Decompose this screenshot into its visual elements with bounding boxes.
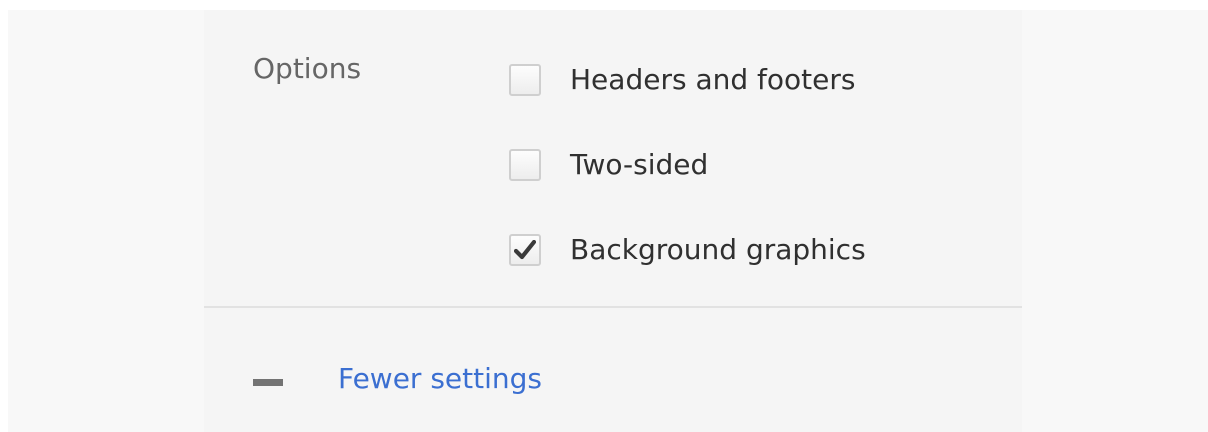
option-background-graphics[interactable]: Background graphics — [509, 231, 866, 269]
section-divider — [204, 306, 1022, 308]
options-label: Options — [253, 52, 362, 85]
background-graphics-label[interactable]: Background graphics — [570, 233, 866, 267]
option-two-sided[interactable]: Two-sided — [509, 146, 708, 184]
print-settings-panel: Options Headers and footers Two-sided Ba… — [8, 10, 1208, 432]
two-sided-label[interactable]: Two-sided — [570, 148, 708, 182]
minus-icon[interactable] — [253, 378, 283, 386]
fewer-settings-link[interactable]: Fewer settings — [338, 362, 542, 396]
fewer-settings-toggle[interactable]: Fewer settings — [253, 360, 542, 398]
option-headers-and-footers[interactable]: Headers and footers — [509, 61, 855, 99]
options-section: Options Headers and footers Two-sided Ba… — [204, 10, 1022, 432]
background-graphics-checkbox[interactable] — [509, 234, 541, 266]
headers-and-footers-label[interactable]: Headers and footers — [570, 63, 855, 97]
headers-and-footers-checkbox[interactable] — [509, 64, 541, 96]
two-sided-checkbox[interactable] — [509, 149, 541, 181]
checkmark-icon — [514, 240, 536, 260]
